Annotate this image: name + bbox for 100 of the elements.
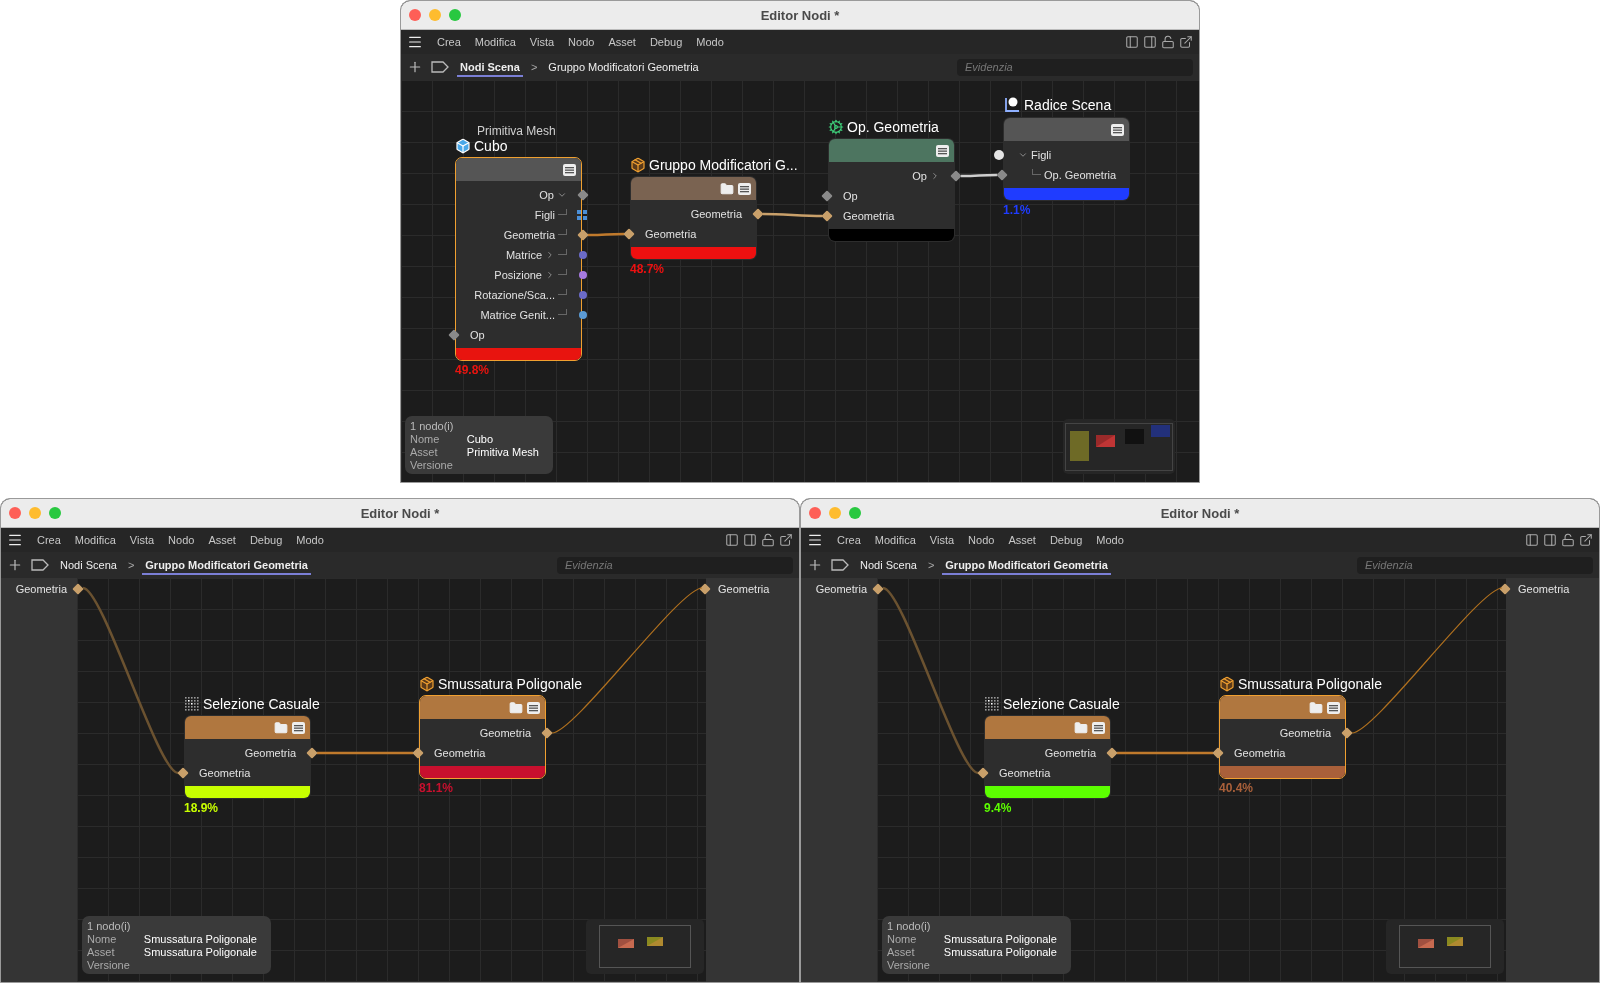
menu-item[interactable]: Nodo <box>168 534 195 546</box>
port-dot[interactable] <box>579 291 587 299</box>
port-dot[interactable] <box>579 311 587 319</box>
add-icon[interactable] <box>807 557 823 573</box>
minimap-drawing[interactable] <box>599 925 691 968</box>
menu-item[interactable]: Asset <box>208 534 236 546</box>
menu-item[interactable]: Modo <box>696 36 724 48</box>
breadcrumb-tab[interactable]: Nodi Scena <box>857 555 920 575</box>
port-label: Geometria <box>199 767 251 779</box>
chevron-down-icon[interactable] <box>1018 150 1028 160</box>
port-grid-icon[interactable] <box>577 210 587 220</box>
tag-icon[interactable] <box>831 559 849 571</box>
close-button[interactable] <box>9 507 21 519</box>
search-field[interactable]: Evidenzia <box>557 556 793 574</box>
menu-item[interactable]: Modifica <box>474 36 516 48</box>
menu-icon[interactable] <box>936 144 949 157</box>
node-card[interactable]: Geometria Geometria <box>630 176 757 260</box>
window-title: Editor Nodi * <box>1160 505 1240 521</box>
panel-right-icon[interactable] <box>1143 35 1157 49</box>
port-label: Geometria <box>1518 583 1570 595</box>
port-label: Op <box>843 190 858 202</box>
node-card[interactable]: Geometria Geometria <box>984 715 1111 799</box>
info-label: Versione <box>887 959 930 972</box>
menu-item[interactable]: Vista <box>529 36 555 48</box>
external-link-icon[interactable] <box>1579 533 1593 547</box>
close-button[interactable] <box>809 507 821 519</box>
menu-item[interactable]: Vista <box>129 534 155 546</box>
port-dot[interactable] <box>579 251 587 259</box>
node-card[interactable]: Op Figli Geometria Matrice Posizione Rotazione/Sca... Matrice Genit... Op <box>455 157 582 361</box>
menu-icon[interactable] <box>1092 721 1105 734</box>
lock-icon[interactable] <box>1561 533 1575 547</box>
node-card[interactable]: Op Op Geometria <box>828 138 955 242</box>
port-label: Geometria <box>843 210 895 222</box>
panel-left-icon[interactable] <box>1525 533 1539 547</box>
menu-icon[interactable] <box>527 701 540 714</box>
menu-icon[interactable] <box>292 721 305 734</box>
folder-icon[interactable] <box>720 181 734 196</box>
breadcrumb-tab[interactable]: Gruppo Modificatori Geometria <box>942 555 1111 575</box>
add-icon[interactable] <box>407 59 423 75</box>
menu-item[interactable]: Crea <box>37 534 61 546</box>
menu-icon[interactable] <box>1327 701 1340 714</box>
menu-item[interactable]: Debug <box>1049 534 1083 546</box>
menu-item[interactable]: Debug <box>649 36 683 48</box>
node-card[interactable]: Geometria Geometria <box>419 695 546 779</box>
node-card[interactable]: Geometria Geometria <box>184 715 311 799</box>
menu-item[interactable]: Modo <box>296 534 324 546</box>
minimap-drawing[interactable] <box>1399 925 1491 968</box>
menu-item[interactable]: Modo <box>1096 534 1124 546</box>
folder-icon[interactable] <box>1074 720 1088 735</box>
menu-item[interactable]: Vista <box>929 534 955 546</box>
search-field[interactable]: Evidenzia <box>1357 556 1593 574</box>
menu-icon[interactable] <box>407 34 423 50</box>
chevron-right-icon[interactable] <box>930 171 940 181</box>
folder-icon[interactable] <box>274 720 288 735</box>
folder-icon[interactable] <box>1309 700 1323 715</box>
tag-icon[interactable] <box>31 559 49 571</box>
search-field[interactable]: Evidenzia <box>957 58 1193 76</box>
load-percent: 18.9% <box>184 801 219 815</box>
node-card[interactable]: Figli Op. Geometria <box>1003 117 1130 201</box>
menu-item[interactable]: Modifica <box>874 534 916 546</box>
menu-item[interactable]: Nodo <box>568 36 595 48</box>
panel-left-icon[interactable] <box>725 533 739 547</box>
port-dot[interactable] <box>994 150 1004 160</box>
breadcrumb-tab[interactable]: Gruppo Modificatori Geometria <box>545 57 702 77</box>
add-icon[interactable] <box>7 557 23 573</box>
menu-icon[interactable] <box>738 182 751 195</box>
node-card[interactable]: Geometria Geometria <box>1219 695 1346 779</box>
menu-item[interactable]: Crea <box>437 36 461 48</box>
menu-icon[interactable] <box>1111 123 1124 136</box>
info-value: Smussatura Poligonale <box>943 946 1057 959</box>
panel-right-icon[interactable] <box>743 533 757 547</box>
menu-icon[interactable] <box>7 532 23 548</box>
tag-icon[interactable] <box>431 61 449 73</box>
breadcrumb-separator: > <box>530 61 538 73</box>
menu-icon[interactable] <box>563 163 576 176</box>
dotted-grid-icon <box>984 696 1000 712</box>
breadcrumb-tab[interactable]: Nodi Scena <box>57 555 120 575</box>
breadcrumb-tab[interactable]: Nodi Scena <box>457 57 523 77</box>
menu-item[interactable]: Modifica <box>74 534 116 546</box>
info-value: Primitiva Mesh <box>466 446 539 459</box>
lock-icon[interactable] <box>761 533 775 547</box>
menu-icon[interactable] <box>807 532 823 548</box>
close-button[interactable] <box>409 9 421 21</box>
lock-icon[interactable] <box>1161 35 1175 49</box>
menu-item[interactable]: Crea <box>837 534 861 546</box>
menu-item[interactable]: Asset <box>1008 534 1036 546</box>
port-label: Op <box>470 329 485 341</box>
panel-left-icon[interactable] <box>1125 35 1139 49</box>
port-label: Geometria <box>503 229 555 241</box>
info-value: Smussatura Poligonale <box>943 933 1057 946</box>
external-link-icon[interactable] <box>1179 35 1193 49</box>
external-link-icon[interactable] <box>779 533 793 547</box>
panel-right-icon[interactable] <box>1543 533 1557 547</box>
menu-item[interactable]: Asset <box>608 36 636 48</box>
folder-icon[interactable] <box>509 700 523 715</box>
menu-item[interactable]: Debug <box>249 534 283 546</box>
menu-item[interactable]: Nodo <box>968 534 995 546</box>
port-dot[interactable] <box>579 271 587 279</box>
chevron-down-icon[interactable] <box>557 190 567 200</box>
breadcrumb-tab[interactable]: Gruppo Modificatori Geometria <box>142 555 311 575</box>
